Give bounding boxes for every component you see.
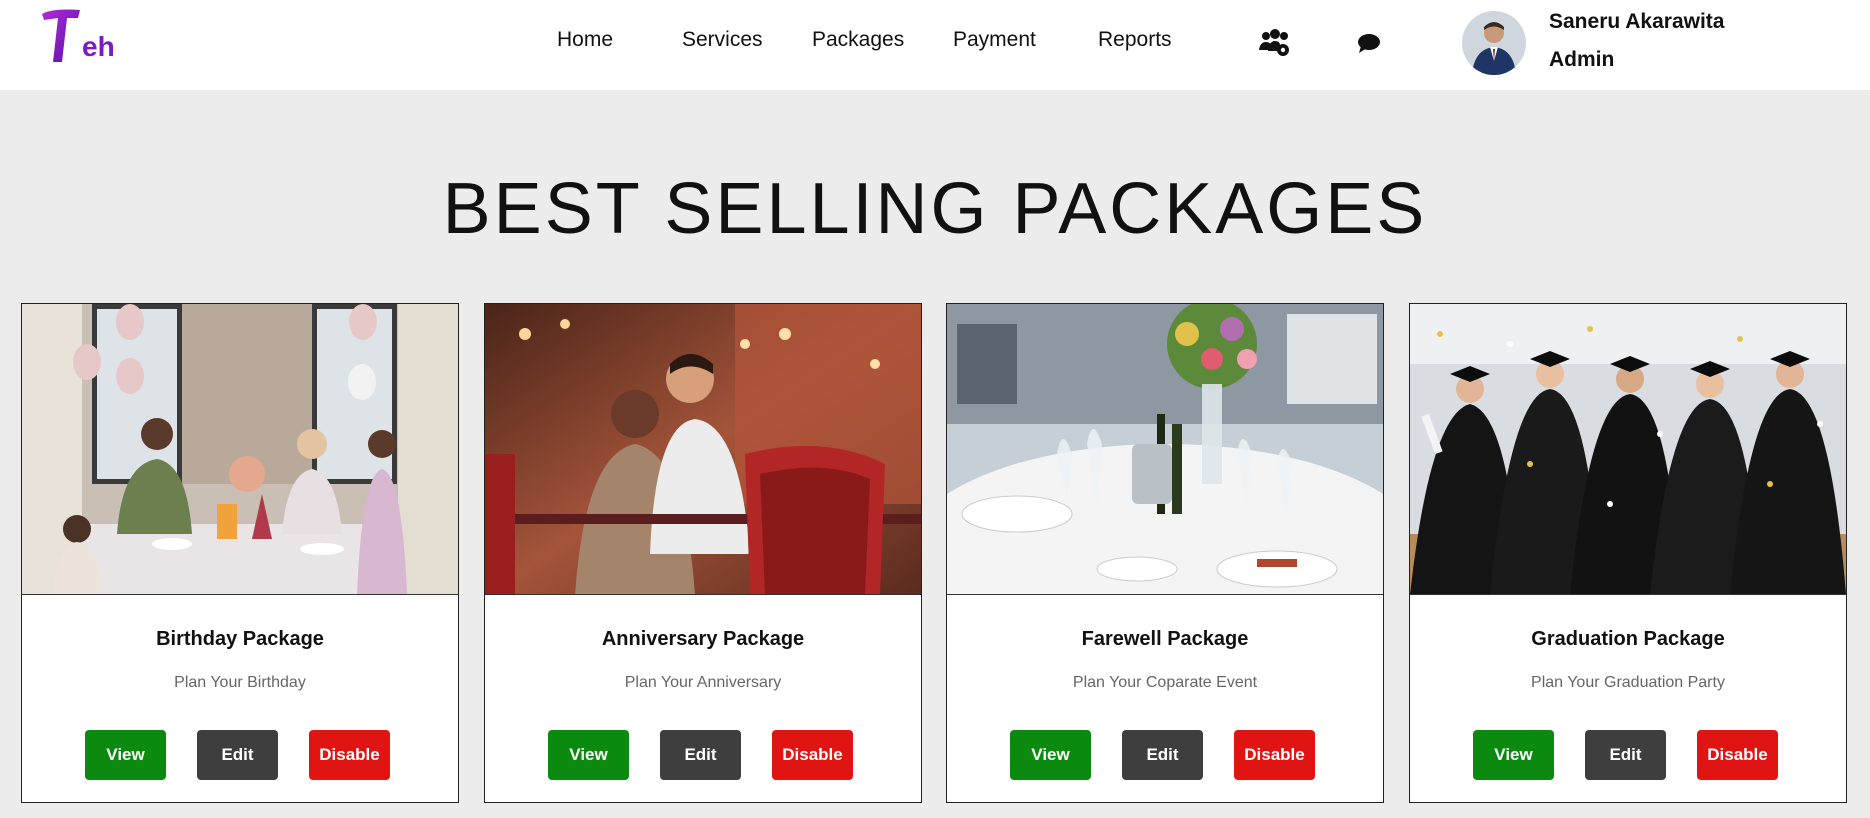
package-actions: View Edit Disable — [1410, 730, 1846, 780]
package-subtitle: Plan Your Graduation Party — [1531, 674, 1725, 691]
package-title: Graduation Package — [1531, 628, 1725, 650]
package-subtitle: Plan Your Birthday — [174, 674, 306, 691]
view-button[interactable]: View — [548, 730, 629, 780]
nav-services[interactable]: Services — [682, 28, 763, 52]
package-subtitle: Plan Your Anniversary — [624, 674, 782, 691]
edit-button[interactable]: Edit — [1122, 730, 1203, 780]
package-card-anniversary: Anniversary Package Plan Your Anniversar… — [484, 303, 922, 803]
disable-button[interactable]: Disable — [772, 730, 853, 780]
package-actions: View Edit Disable — [485, 730, 921, 780]
package-image-farewell — [947, 304, 1383, 595]
edit-button[interactable]: Edit — [197, 730, 278, 780]
users-gear-icon[interactable] — [1258, 26, 1292, 60]
nav-packages[interactable]: Packages — [812, 28, 904, 52]
user-avatar[interactable] — [1462, 11, 1526, 75]
package-card-birthday: Birthday Package Plan Your Birthday View… — [21, 303, 459, 803]
package-card-farewell: Farewell Package Plan Your Coparate Even… — [946, 303, 1384, 803]
svg-text:eh: eh — [82, 31, 115, 62]
user-role: Admin — [1549, 48, 1615, 71]
package-title: Birthday Package — [156, 628, 324, 650]
top-header: eh Home Services Packages Payment Report… — [0, 0, 1870, 90]
package-subtitle: Plan Your Coparate Event — [1072, 674, 1258, 691]
edit-button[interactable]: Edit — [1585, 730, 1666, 780]
user-name: Saneru Akarawita — [1549, 10, 1725, 33]
package-title: Anniversary Package — [601, 628, 805, 650]
view-button[interactable]: View — [85, 730, 166, 780]
package-image-graduation — [1410, 304, 1846, 595]
nav-payment[interactable]: Payment — [953, 28, 1036, 52]
view-button[interactable]: View — [1010, 730, 1091, 780]
disable-button[interactable]: Disable — [309, 730, 390, 780]
nav-home[interactable]: Home — [557, 28, 613, 52]
chat-icon[interactable] — [1352, 26, 1386, 60]
package-image-birthday — [22, 304, 458, 595]
package-actions: View Edit Disable — [947, 730, 1383, 780]
package-image-anniversary — [485, 304, 921, 595]
disable-button[interactable]: Disable — [1697, 730, 1778, 780]
package-actions: View Edit Disable — [22, 730, 458, 780]
page-title: BEST SELLING PACKAGES — [442, 169, 1428, 249]
edit-button[interactable]: Edit — [660, 730, 741, 780]
brand-logo[interactable]: eh — [40, 6, 124, 66]
disable-button[interactable]: Disable — [1234, 730, 1315, 780]
nav-reports[interactable]: Reports — [1098, 28, 1172, 52]
view-button[interactable]: View — [1473, 730, 1554, 780]
package-title: Farewell Package — [1081, 628, 1249, 650]
package-card-graduation: Graduation Package Plan Your Graduation … — [1409, 303, 1847, 803]
